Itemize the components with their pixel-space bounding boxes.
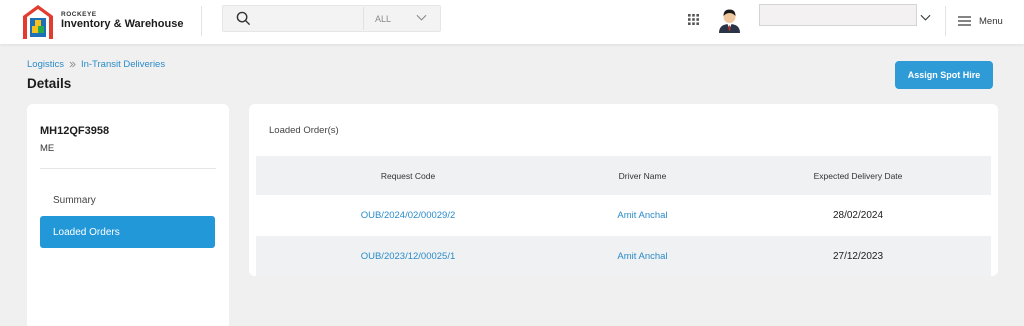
search-bar[interactable]: ALL: [222, 5, 441, 32]
search-icon[interactable]: [236, 11, 251, 26]
request-code-link[interactable]: OUB/2024/02/00029/2: [256, 195, 560, 236]
menu-button[interactable]: Menu: [958, 13, 1003, 29]
request-code-link[interactable]: OUB/2023/12/00025/1: [256, 236, 560, 277]
apps-grid-icon[interactable]: [688, 14, 699, 25]
vehicle-type: ME: [40, 143, 55, 154]
loaded-orders-card: Loaded Order(s) Request Code Driver Name…: [249, 104, 998, 277]
loaded-orders-table: Request Code Driver Name Expected Delive…: [256, 156, 991, 277]
top-bar: ROCKEYE Inventory & Warehouse ALL Menu: [0, 0, 1024, 44]
sidebar-item-summary[interactable]: Summary: [40, 184, 215, 216]
column-header-request-code: Request Code: [380, 170, 436, 181]
breadcrumb-in-transit-deliveries[interactable]: In-Transit Deliveries: [81, 59, 165, 70]
brand-name: Inventory & Warehouse: [61, 18, 184, 30]
breadcrumb: Logistics In-Transit Deliveries: [27, 59, 165, 70]
section-title: Loaded Order(s): [269, 125, 339, 136]
divider: [40, 168, 216, 169]
chevron-down-icon[interactable]: [920, 14, 931, 22]
table-header: Request Code Driver Name Expected Delive…: [256, 156, 991, 195]
sidebar-item-loaded-orders[interactable]: Loaded Orders: [40, 216, 215, 248]
brand-tagline: ROCKEYE: [61, 11, 97, 18]
expected-delivery-date: 27/12/2023: [832, 251, 884, 262]
table-row: OUB/2024/02/00029/2 Amit Anchal 28/02/20…: [256, 195, 991, 236]
header-divider: [945, 6, 946, 36]
user-avatar[interactable]: [718, 7, 741, 33]
driver-name-link[interactable]: Amit Anchal: [560, 195, 725, 236]
column-header-driver-name: Driver Name: [618, 170, 667, 181]
search-scope-select[interactable]: ALL: [375, 14, 391, 24]
breadcrumb-logistics[interactable]: Logistics: [27, 59, 64, 70]
assign-spot-hire-button[interactable]: Assign Spot Hire: [895, 61, 993, 89]
column-header-expected-delivery-date: Expected Delivery Date: [813, 170, 903, 181]
user-name-field[interactable]: [759, 4, 917, 26]
menu-label: Menu: [979, 15, 1003, 27]
hamburger-menu-icon: [958, 16, 971, 26]
driver-name-link[interactable]: Amit Anchal: [560, 236, 725, 277]
vehicle-side-panel: MH12QF3958 ME Summary Loaded Orders: [27, 104, 229, 326]
double-chevron-right-icon: [69, 61, 76, 68]
table-row: OUB/2023/12/00025/1 Amit Anchal 27/12/20…: [256, 236, 991, 277]
brand-logo-icon[interactable]: [22, 4, 54, 40]
vehicle-number: MH12QF3958: [40, 125, 110, 137]
header-divider: [201, 6, 202, 36]
search-divider: [363, 7, 364, 30]
page-title: Details: [27, 76, 72, 91]
chevron-down-icon[interactable]: [416, 14, 427, 22]
expected-delivery-date: 28/02/2024: [832, 210, 884, 221]
